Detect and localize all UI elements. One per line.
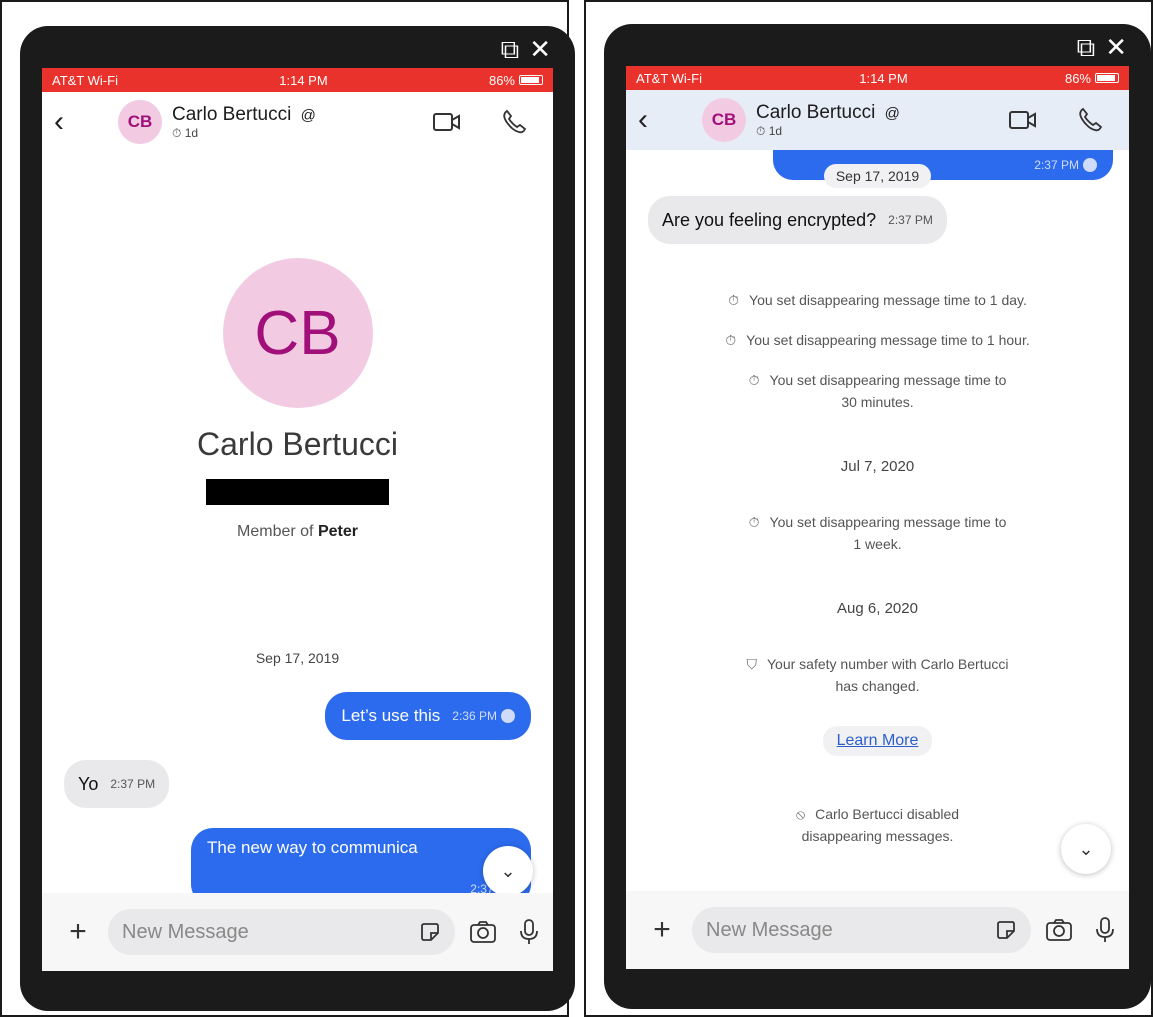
delivered-check-icon	[501, 709, 515, 723]
message-input[interactable]	[706, 918, 995, 942]
redaction-bar	[206, 479, 389, 505]
phone-call-icon[interactable]	[501, 109, 527, 135]
system-message: ⏱ You set disappearing message time to 1 …	[626, 290, 1129, 312]
message-input-wrap	[692, 907, 1031, 953]
contact-name: Carlo Bertucci	[756, 101, 876, 123]
microphone-icon[interactable]	[519, 918, 539, 946]
timer-icon: ⏱	[725, 332, 737, 348]
date-separator: Jul 7, 2020	[840, 458, 915, 475]
system-message: ⏱ You set disappearing message time to 1 …	[626, 330, 1129, 352]
date-separator: Sep 17, 2019	[823, 164, 932, 188]
battery-label: 86%	[1064, 70, 1091, 86]
sticker-icon[interactable]	[419, 921, 441, 943]
system-message: ⦸ Carlo Bertucci disabled disappearing me…	[795, 806, 960, 844]
camera-icon[interactable]	[469, 920, 497, 944]
clock-label: 1:14 PM	[859, 70, 908, 86]
message-text: Are you feeling encrypted?	[662, 209, 877, 230]
right-panel: ⧉ ✕ AT&T Wi-Fi 1:14 PM 86% ‹ CB Carlo Be…	[584, 0, 1153, 1017]
message-input-wrap	[108, 909, 455, 955]
timer-icon: ⏱	[748, 514, 760, 530]
left-panel: ⧉ ✕ AT&T Wi-Fi 1:14 PM 86% ‹ CB Carlo Be…	[0, 0, 575, 1017]
camera-icon[interactable]	[1045, 918, 1073, 942]
timer-icon: ⏱	[748, 372, 760, 388]
phone-frame: ⧉ ✕ AT&T Wi-Fi 1:14 PM 86% ‹ CB Carlo Be…	[20, 26, 575, 1011]
mention-icon: @	[884, 104, 900, 122]
timer-icon: ⏱	[172, 125, 182, 140]
clock-label: 1:14 PM	[279, 72, 328, 88]
status-bar: AT&T Wi-Fi 1:14 PM 86%	[626, 66, 1129, 90]
message-text: The new way to communica	[207, 838, 418, 857]
overlay-controls: ⧉ ✕	[1077, 34, 1127, 60]
member-of-text: Member of Peter	[42, 523, 553, 541]
contact-profile: CB Carlo Bertucci Member of Peter	[42, 258, 553, 541]
timer-off-icon: ⦸	[795, 806, 806, 822]
mention-icon: @	[300, 106, 316, 124]
sticker-icon[interactable]	[995, 919, 1017, 941]
battery-icon	[1095, 73, 1119, 83]
message-incoming[interactable]: Are you feeling encrypted? 2:37 PM	[648, 196, 947, 244]
scroll-down-button[interactable]: ⌄	[1061, 824, 1111, 874]
video-call-icon[interactable]	[433, 111, 461, 133]
message-composer: +	[42, 893, 553, 971]
overlay-controls: ⧉ ✕	[501, 36, 551, 62]
shield-icon: ⛉	[746, 656, 758, 672]
learn-more-label[interactable]: Learn More	[822, 726, 933, 756]
message-time: 2:37 PM	[888, 213, 933, 227]
avatar-large[interactable]: CB	[222, 258, 373, 408]
date-separator: Sep 17, 2019	[255, 650, 340, 666]
member-prefix: Member of	[237, 523, 318, 540]
video-call-icon[interactable]	[1009, 109, 1037, 131]
back-icon[interactable]: ‹	[638, 103, 688, 137]
message-text: Let’s use this	[341, 706, 441, 725]
date-separator: Aug 6, 2020	[837, 600, 918, 617]
battery-icon	[519, 75, 543, 85]
carrier-label: AT&T Wi-Fi	[636, 70, 702, 86]
avatar[interactable]: CB	[702, 98, 746, 142]
popout-icon[interactable]: ⧉	[501, 36, 520, 62]
timer-icon: ⏱	[728, 292, 740, 308]
battery-label: 86%	[488, 72, 515, 88]
carrier-label: AT&T Wi-Fi	[52, 72, 118, 88]
avatar[interactable]: CB	[118, 100, 162, 144]
message-text: Yo	[78, 773, 99, 794]
message-incoming[interactable]: Yo 2:37 PM	[64, 760, 170, 808]
timer-label: 1d	[184, 125, 199, 140]
message-composer: +	[626, 891, 1129, 969]
phone-call-icon[interactable]	[1077, 107, 1103, 133]
member-group: Peter	[317, 523, 358, 540]
chevron-down-icon: ⌄	[500, 860, 516, 881]
message-time: 2:36 PM	[452, 709, 497, 723]
status-bar: AT&T Wi-Fi 1:14 PM 86%	[42, 68, 553, 92]
message-time: 2:37 PM	[110, 777, 156, 791]
phone-screen: AT&T Wi-Fi 1:14 PM 86% ‹ CB Carlo Bertuc…	[42, 68, 553, 971]
system-message: ⏱ You set disappearing message time to 1 …	[748, 514, 1007, 552]
phone-screen: AT&T Wi-Fi 1:14 PM 86% ‹ CB Carlo Bertuc…	[626, 66, 1129, 969]
back-icon[interactable]: ‹	[54, 105, 104, 139]
system-message: ⏱ You set disappearing message time to 30…	[748, 372, 1007, 410]
chat-header: ‹ CB Carlo Bertucci @ ⏱ 1d	[42, 92, 553, 152]
close-icon[interactable]: ✕	[529, 36, 551, 62]
chevron-down-icon: ⌄	[1078, 838, 1094, 859]
scroll-down-button[interactable]: ⌄	[483, 846, 533, 896]
popout-icon[interactable]: ⧉	[1077, 34, 1096, 60]
message-outgoing[interactable]: Let’s use this 2:36 PM	[325, 692, 531, 740]
system-message: ⛉ Your safety number with Carlo Bertucci …	[746, 656, 1009, 694]
learn-more-link[interactable]: Learn More	[626, 726, 1129, 756]
close-icon[interactable]: ✕	[1105, 34, 1127, 60]
chat-header: ‹ CB Carlo Bertucci @ ⏱ 1d	[626, 90, 1129, 150]
contact-name: Carlo Bertucci	[172, 103, 292, 125]
add-attachment-button[interactable]: +	[640, 913, 684, 947]
timer-icon: ⏱	[756, 123, 766, 138]
microphone-icon[interactable]	[1095, 916, 1115, 944]
profile-name: Carlo Bertucci	[197, 426, 398, 462]
timer-label: 1d	[768, 123, 783, 138]
phone-frame: ⧉ ✕ AT&T Wi-Fi 1:14 PM 86% ‹ CB Carlo Be…	[604, 24, 1151, 1009]
message-input[interactable]	[122, 920, 419, 944]
add-attachment-button[interactable]: +	[56, 915, 100, 949]
